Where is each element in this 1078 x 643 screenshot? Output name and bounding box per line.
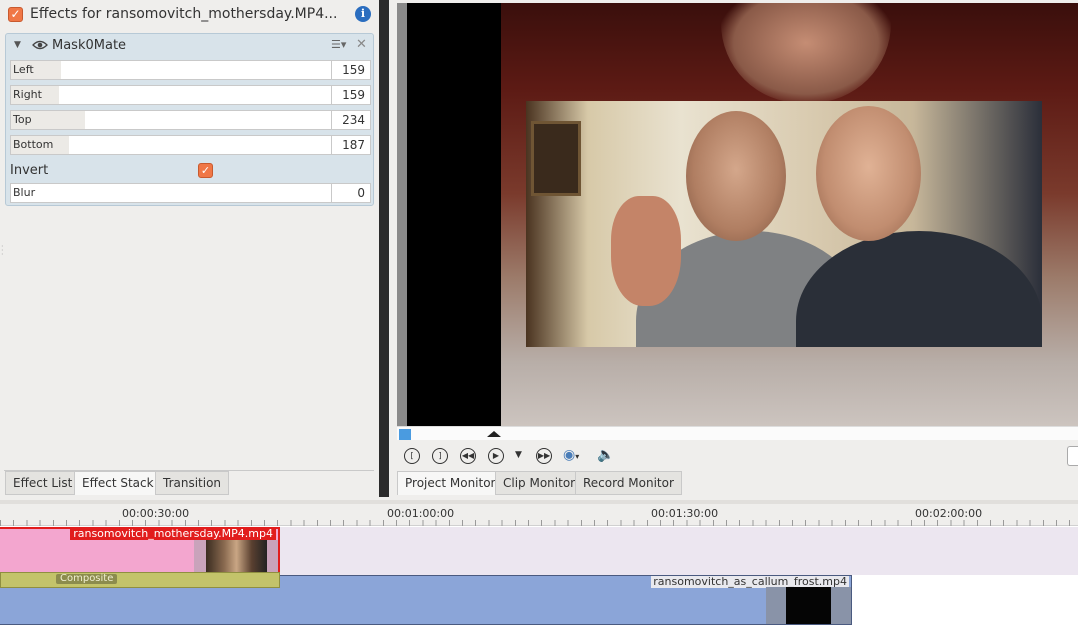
waving-hand [611,196,681,306]
param-right-slider[interactable] [10,85,332,105]
effect-mask0mate: ▼ Mask0Mate ☰▾ ✕ Left 159 Right 159 Top … [5,33,374,206]
forward-icon[interactable]: ▶▶ [536,448,552,464]
param-bottom[interactable]: Bottom 187 [10,135,371,155]
monitor-position[interactable] [399,429,411,440]
splitter-handle[interactable]: · · · [1,243,4,259]
project-monitor-video[interactable] [397,3,1078,426]
clip-thumb-border [766,587,786,624]
effect-header: ▼ Mask0Mate ☰▾ ✕ [6,34,373,58]
param-top-label: Top [13,113,32,126]
set-in-point-icon[interactable]: [ [404,448,420,464]
param-bottom-value[interactable]: 187 [332,135,371,155]
param-right-label: Right [13,88,42,101]
param-top-slider[interactable] [10,110,332,130]
effect-menu-icon[interactable]: ☰▾ [331,38,346,51]
info-icon[interactable]: i [355,6,371,22]
monitor-ruler[interactable] [397,426,1078,440]
param-blur-slider[interactable] [10,183,332,203]
play-menu-icon[interactable]: ▼ [515,450,522,460]
param-top-value[interactable]: 234 [332,110,371,130]
panel-divider[interactable] [379,0,389,497]
effects-title: Effects for ransomovitch_mothersday.MP4.… [30,6,338,22]
zoom-field[interactable] [1067,446,1078,466]
effects-enable-checkbox[interactable]: ✓ [8,7,23,22]
clip-thumbnail [206,540,267,574]
param-bottom-label: Bottom [13,138,54,151]
clip-thumb-border [267,540,278,574]
timeline: 00:00:30:00 00:01:00:00 00:01:30:00 00:0… [0,500,1078,643]
param-blur-value[interactable]: 0 [332,183,371,203]
person-left-head [686,111,786,241]
effect-name: Mask0Mate [52,38,127,53]
ruler-ticks [0,520,1078,526]
param-top[interactable]: Top 234 [10,110,371,130]
tab-effect-list[interactable]: Effect List [5,471,81,495]
tab-transition[interactable]: Transition [155,471,230,495]
clip-thumbnail [786,587,831,624]
video-track-1: ransomovitch_mothersday.MP4.mp4 [0,527,1078,577]
overlay-video-frame [526,101,1042,347]
tab-project-monitor[interactable]: Project Monitor [397,471,504,495]
composite-transition[interactable]: Composite [0,572,280,588]
background-face [721,3,891,103]
eye-icon[interactable] [32,39,48,51]
param-left-value[interactable]: 159 [332,60,371,80]
person-right-body [796,231,1042,347]
person-right-head [816,106,921,241]
rewind-icon[interactable]: ◀◀ [460,448,476,464]
timeline-clip-mothersday[interactable]: ransomovitch_mothersday.MP4.mp4 [0,527,280,574]
kdenlive-window: ✓ Effects for ransomovitch_mothersday.MP… [0,0,1078,643]
param-left-label: Left [13,63,34,76]
param-blur-label: Blur [13,186,36,199]
monitor-controls: [ ] ◀◀ ▶ ▼ ▶▶ ◉▾ 🔈 [397,441,1078,471]
wall-picture [531,121,581,196]
tab-record-monitor[interactable]: Record Monitor [575,471,682,495]
param-bottom-slider[interactable] [10,135,332,155]
panel-gap [389,0,397,497]
clip-thumb-border [194,540,206,574]
collapse-arrow-icon[interactable]: ▼ [14,40,21,50]
ruler-label: 00:02:00:00 [915,507,983,520]
effects-panel: ✓ Effects for ransomovitch_mothersday.MP… [0,0,379,500]
ruler-label: 00:01:30:00 [651,507,719,520]
monitor-left-strip [397,3,407,426]
ruler-label: 00:00:30:00 [122,507,190,520]
param-blur[interactable]: Blur 0 [10,183,371,203]
param-invert: Invert ✓ [10,160,371,182]
param-left-slider[interactable] [10,60,332,80]
timeline-empty-area [0,627,1078,643]
param-left[interactable]: Left 159 [10,60,371,80]
monitor-settings-icon[interactable]: ◉▾ [563,447,579,463]
monitor-marker[interactable] [487,431,501,437]
param-right[interactable]: Right 159 [10,85,371,105]
close-icon[interactable]: ✕ [356,37,367,52]
tab-clip-monitor[interactable]: Clip Monitor [495,471,584,495]
param-right-value[interactable]: 159 [332,85,371,105]
invert-label: Invert [10,163,49,178]
composite-label: Composite [56,574,118,584]
clip-thumb-border [831,587,851,624]
play-icon[interactable]: ▶ [488,448,504,464]
invert-checkbox[interactable]: ✓ [198,163,213,178]
volume-icon[interactable]: 🔈 [597,447,614,463]
timeline-ruler[interactable]: 00:00:30:00 00:01:00:00 00:01:30:00 00:0… [0,504,1078,526]
effects-header: ✓ Effects for ransomovitch_mothersday.MP… [0,0,379,30]
tab-effect-stack[interactable]: Effect Stack [74,471,162,495]
ruler-label: 00:01:00:00 [387,507,455,520]
clip-label: ransomovitch_mothersday.MP4.mp4 [70,527,276,540]
set-out-point-icon[interactable]: ] [432,448,448,464]
